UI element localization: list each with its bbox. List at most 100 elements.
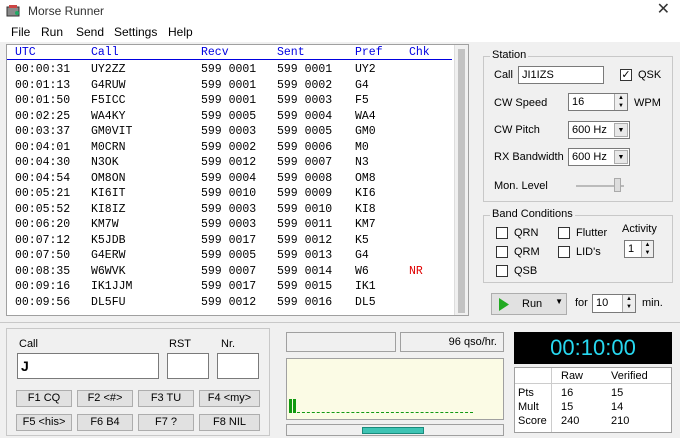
spin-arrows-icon[interactable]: ▲ ▼: [614, 94, 627, 110]
log-cell-utc: 00:06:20: [15, 218, 71, 231]
spin-arrows-icon[interactable]: ▲ ▼: [641, 241, 653, 257]
log-cell-sent: 599 0013: [277, 249, 333, 262]
log-row[interactable]: 00:06:20 KM7W 599 0003 599 0011 KM7: [7, 218, 452, 232]
scrollbar-thumb[interactable]: [458, 49, 465, 313]
log-cell-pref: IK1: [355, 280, 376, 293]
nr-label: Nr.: [221, 338, 236, 350]
log-cell-utc: 00:05:21: [15, 187, 71, 200]
log-cell-recv: 599 0001: [201, 94, 257, 107]
entry-call-label: Call: [19, 338, 38, 350]
cw-pitch-value: 600 Hz: [572, 124, 607, 136]
qrm-label: QRM: [514, 246, 540, 258]
log-row[interactable]: 00:01:50 F5ICC 599 0001 599 0003 F5: [7, 94, 452, 108]
run-label: Run: [522, 298, 543, 310]
log-row[interactable]: 00:09:16 IK1JJM 599 0017 599 0015 IK1: [7, 280, 452, 294]
menu-run[interactable]: Run: [41, 25, 63, 39]
rx-bandwidth-label: RX Bandwidth: [494, 151, 564, 163]
for-label: for: [575, 297, 588, 309]
log-cell-recv: 599 0002: [201, 140, 257, 154]
log-cell-pref: UY2: [355, 63, 376, 76]
log-cell-recv: 599 0004: [201, 171, 257, 185]
log-row[interactable]: 00:03:37 GM0VIT 599 0003 599 0005 GM0: [7, 125, 452, 139]
f5-button[interactable]: F5 <his>: [16, 414, 72, 431]
log-cell-utc: 00:05:52: [15, 202, 71, 216]
score-raw-value: 15: [561, 401, 574, 413]
log-cell-pref: K5: [355, 233, 369, 247]
menu-file[interactable]: File: [11, 25, 30, 39]
log-row[interactable]: 00:00:31 UY2ZZ 599 0001 599 0001 UY2: [7, 63, 452, 77]
qso-log[interactable]: UTC Call Recv Sent Pref Chk 00:00:31 UY2Z…: [6, 44, 469, 316]
call-entry-input[interactable]: J: [17, 353, 159, 379]
f6-button[interactable]: F6 B4: [77, 414, 133, 431]
run-minutes-spinner[interactable]: 10 ▲ ▼: [592, 294, 636, 313]
rate-baseline: [297, 412, 473, 413]
f2-button[interactable]: F2 <#>: [77, 390, 133, 407]
log-scrollbar[interactable]: [454, 45, 468, 315]
score-verified-value: 210: [611, 415, 630, 427]
f7-button[interactable]: F7 ?: [138, 414, 194, 431]
qsk-checkbox[interactable]: ✓: [620, 69, 632, 81]
progress-track: [286, 424, 504, 436]
score-verified-value: 15: [611, 387, 624, 399]
log-row[interactable]: 00:04:01 M0CRN 599 0002 599 0006 M0: [7, 141, 452, 155]
log-row[interactable]: 00:08:35 W6WVK 599 0007 599 0014 W6 NR: [7, 265, 452, 279]
rate-bar: [289, 399, 292, 413]
score-row-label: Pts: [518, 387, 534, 399]
activity-label: Activity: [622, 223, 657, 235]
log-row[interactable]: 00:07:12 K5JDB 599 0017 599 0012 K5: [7, 234, 452, 248]
log-row[interactable]: 00:09:56 DL5FU 599 0012 599 0016 DL5: [7, 296, 452, 310]
menu-send[interactable]: Send: [76, 25, 104, 39]
cw-speed-spinner[interactable]: 16 ▲ ▼: [568, 93, 628, 111]
f1-button[interactable]: F1 CQ: [16, 390, 72, 407]
close-icon[interactable]: ✕: [657, 1, 670, 19]
main-window: Morse Runner ✕ File Run Send Settings He…: [0, 0, 680, 438]
qrm-checkbox[interactable]: [496, 246, 508, 258]
col-call: Call: [91, 46, 119, 59]
log-row[interactable]: 00:01:13 G4RUW 599 0001 599 0002 G4: [7, 79, 452, 93]
log-cell-pref: OM8: [355, 171, 376, 185]
mon-level-slider[interactable]: [614, 178, 621, 192]
f8-button[interactable]: F8 NIL: [199, 414, 260, 431]
log-cell-call: KI8IZ: [91, 202, 126, 216]
log-cell-sent: 599 0007: [277, 156, 333, 169]
qsb-label: QSB: [514, 265, 538, 277]
chevron-down-icon[interactable]: ▼: [614, 123, 628, 137]
band-legend: Band Conditions: [490, 208, 575, 220]
log-cell-recv: 599 0001: [201, 78, 257, 92]
my-call-input[interactable]: JI1IZS: [518, 66, 604, 84]
log-cell-pref: G4: [355, 78, 369, 92]
log-cell-call: DL5FU: [91, 295, 126, 309]
log-row[interactable]: 00:04:30 N3OK 599 0012 599 0007 N3: [7, 156, 452, 170]
menu-settings[interactable]: Settings: [114, 25, 157, 39]
spin-arrows-icon[interactable]: ▲ ▼: [622, 295, 635, 312]
log-row[interactable]: 00:04:54 OM8ON 599 0004 599 0008 OM8: [7, 172, 452, 186]
lids-checkbox[interactable]: [558, 246, 570, 258]
log-cell-recv: 599 0010: [201, 187, 257, 200]
log-row[interactable]: 00:05:52 KI8IZ 599 0003 599 0010 KI8: [7, 203, 452, 217]
log-cell-sent: 599 0005: [277, 125, 333, 138]
flutter-checkbox[interactable]: [558, 227, 570, 239]
f4-button[interactable]: F4 <my>: [199, 390, 260, 407]
station-legend: Station: [490, 49, 529, 61]
cw-pitch-select[interactable]: 600 Hz ▼: [568, 121, 630, 139]
log-cell-recv: 599 0003: [201, 218, 257, 231]
log-row[interactable]: 00:07:50 G4ERW 599 0005 599 0013 G4: [7, 249, 452, 263]
menu-help[interactable]: Help: [168, 25, 193, 39]
run-button[interactable]: Run ▼: [491, 293, 567, 315]
activity-spinner[interactable]: 1 ▲ ▼: [624, 240, 654, 258]
log-cell-recv: 599 0012: [201, 295, 257, 309]
qrn-checkbox[interactable]: [496, 227, 508, 239]
f3-button[interactable]: F3 TU: [138, 390, 194, 407]
nr-input[interactable]: [217, 353, 259, 379]
rate-graph: [286, 358, 504, 420]
qsb-checkbox[interactable]: [496, 265, 508, 277]
rst-input[interactable]: [167, 353, 209, 379]
chevron-down-icon[interactable]: ▼: [555, 297, 563, 306]
log-row[interactable]: 00:02:25 WA4KY 599 0005 599 0004 WA4: [7, 110, 452, 124]
status-box: [286, 332, 396, 352]
rx-bandwidth-select[interactable]: 600 Hz ▼: [568, 148, 630, 166]
log-row[interactable]: 00:05:21 KI6IT 599 0010 599 0009 KI6: [7, 187, 452, 201]
rx-bandwidth-value: 600 Hz: [572, 151, 607, 163]
chevron-down-icon[interactable]: ▼: [614, 150, 628, 164]
window-title: Morse Runner: [28, 4, 105, 18]
